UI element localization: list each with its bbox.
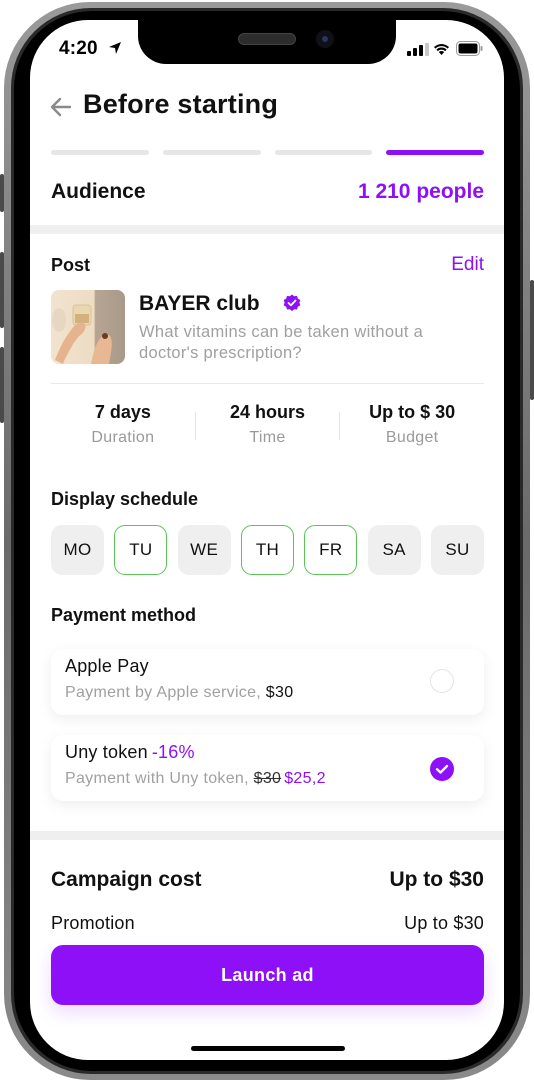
status-time: 4:20 (59, 38, 98, 59)
post-image (52, 304, 112, 364)
radio-selected-check-icon[interactable] (430, 757, 454, 781)
day-fr[interactable]: FR (304, 525, 358, 575)
stat-label: Budget (385, 429, 439, 446)
payment-subtitle-text: Payment with Uny token, (65, 770, 254, 787)
step-3 (274, 150, 373, 155)
payment-section-title: Payment method (51, 605, 197, 625)
campaign-cost-value: Up to $30 (389, 868, 484, 891)
audience-value: 1 210 people (357, 180, 484, 203)
day-we[interactable]: WE (177, 525, 231, 575)
stat-value: 24 hours (229, 402, 306, 422)
speaker-grille (238, 33, 296, 45)
post-thumbnail (51, 290, 125, 364)
new-price: $25,2 (284, 770, 326, 787)
payment-title-text: Uny token (65, 742, 148, 762)
audience-label: Audience (51, 180, 146, 203)
discount-badge: -16% (151, 742, 195, 762)
front-camera (316, 30, 334, 48)
launch-ad-button[interactable]: Launch ad (51, 945, 484, 1005)
radio-unselected-icon[interactable] (430, 669, 454, 693)
day-th[interactable]: TH (240, 525, 294, 575)
old-price: $30 (253, 770, 282, 787)
schedule-section-title: Display schedule (51, 489, 199, 509)
payment-subtitle-text: Payment by Apple service, (65, 684, 266, 701)
day-tu[interactable]: TU (114, 525, 168, 575)
post-section-title: Post (51, 255, 91, 275)
stat-value: Up to $ 30 (369, 402, 456, 422)
edit-post-link[interactable]: Edit (451, 254, 484, 276)
payment-option-subtitle: Payment by Apple service, $30 (65, 684, 293, 702)
screen: 4:20 Before starting Audience 1 210 peop… (30, 20, 504, 1060)
campaign-stats: 7 days Duration 24 hours Time Up to $ 30… (51, 400, 484, 454)
payment-option-title: Apple Pay (65, 656, 149, 676)
day-selector: MO TU WE TH FR SA SU (51, 525, 484, 575)
stat-label: Time (249, 429, 286, 446)
section-divider (30, 225, 504, 234)
campaign-cost-label: Campaign cost (51, 868, 202, 891)
day-su[interactable]: SU (430, 525, 484, 575)
step-1 (51, 150, 149, 155)
notch (138, 20, 396, 64)
section-divider (30, 831, 504, 840)
arrow-left-icon[interactable] (48, 94, 74, 120)
stat-duration: 7 days Duration (51, 400, 195, 454)
post-author: BAYER club (139, 292, 260, 315)
promotion-value: Up to $30 (404, 913, 484, 933)
step-4 (386, 150, 484, 155)
stat-budget: Up to $ 30 Budget (340, 400, 484, 454)
stat-value: 7 days (94, 402, 151, 422)
home-indicator[interactable] (191, 1046, 345, 1051)
power-button (530, 280, 534, 400)
stat-label: Duration (91, 429, 155, 446)
header: Before starting (30, 86, 504, 130)
location-arrow-icon (109, 42, 121, 54)
divider-line (51, 383, 484, 384)
verified-badge-icon (283, 294, 301, 311)
battery-icon (456, 41, 483, 56)
day-sa[interactable]: SA (367, 525, 421, 575)
cellular-signal-icon (407, 43, 429, 56)
payment-option-title: Uny token -16% (65, 742, 195, 763)
payment-option-apple-pay[interactable]: Apple Pay Payment by Apple service, $30 (51, 649, 484, 715)
payment-price: $30 (265, 684, 294, 701)
page-title: Before starting (83, 89, 279, 119)
payment-option-subtitle: Payment with Uny token, $30 $25,2 (65, 770, 326, 788)
volume-down-button (0, 347, 4, 423)
step-progress (51, 150, 484, 155)
volume-up-button (0, 252, 4, 328)
payment-option-uny-token[interactable]: Uny token -16% Payment with Uny token, $3… (51, 735, 484, 801)
post-text: What vitamins can be taken without a doc… (139, 323, 424, 362)
silent-switch (0, 174, 4, 212)
promotion-label: Promotion (51, 913, 135, 933)
step-2 (162, 150, 261, 155)
wifi-icon (434, 44, 449, 55)
day-mo[interactable]: MO (51, 525, 104, 575)
stat-time: 24 hours Time (196, 400, 340, 454)
